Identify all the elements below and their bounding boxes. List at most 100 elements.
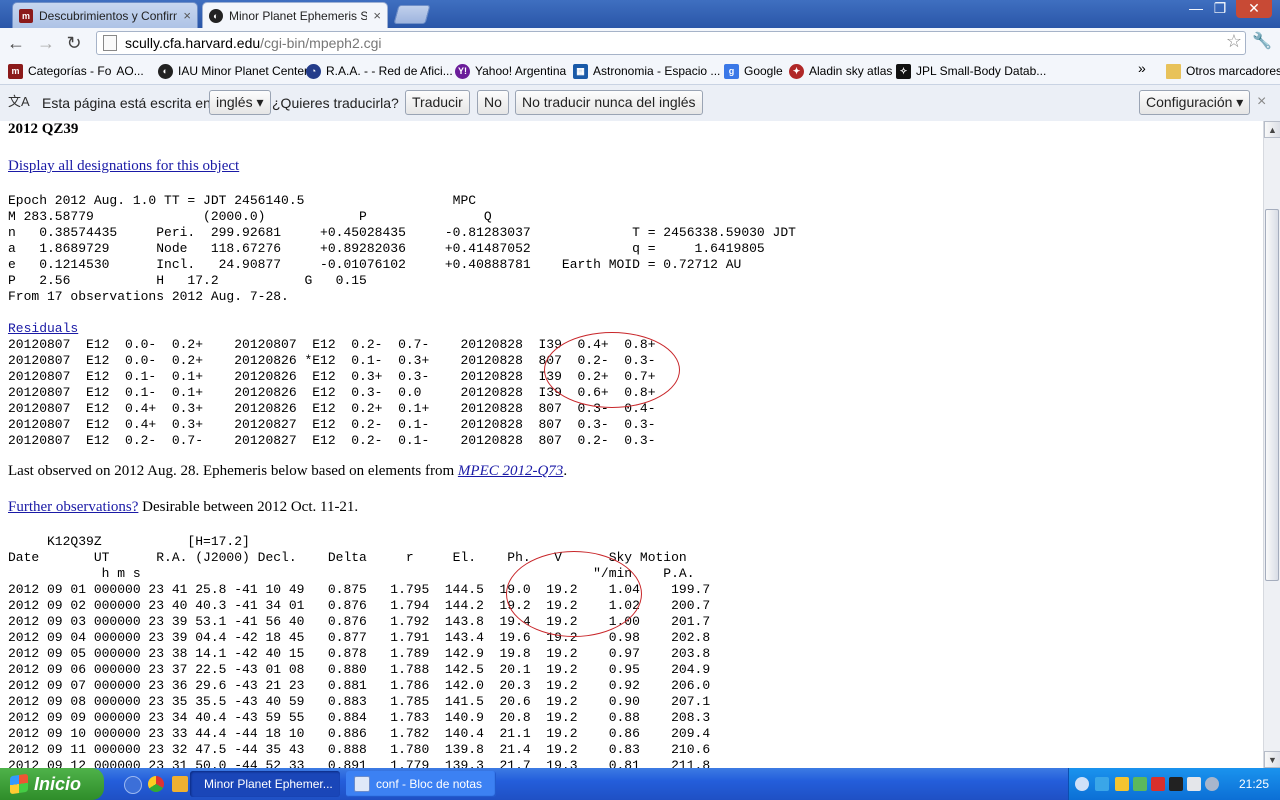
bookmark-astronomia[interactable]: ▦ Astronomia - Espacio ... [573, 62, 720, 80]
scroll-thumb[interactable] [1265, 209, 1279, 581]
bookmark-label: JPL Small-Body Datab... [916, 64, 1047, 78]
volume-icon[interactable] [1187, 777, 1201, 791]
translate-prompt-text: Esta página está escrita en [42, 95, 211, 111]
start-button[interactable]: Inicio [0, 768, 104, 800]
display-designations-link[interactable]: Display all designations for this object [8, 158, 239, 174]
annotation-ellipse-residuals [544, 332, 680, 408]
wrench-menu-icon[interactable]: 🔧 [1252, 31, 1272, 51]
tab-descubrimientos[interactable]: m Descubrimientos y Confirmaci × [12, 2, 198, 28]
aladin-icon: ✦ [789, 63, 804, 79]
maximize-button[interactable]: ❐ [1210, 0, 1230, 18]
reload-button[interactable]: ↻ [62, 31, 86, 55]
minimize-button[interactable]: — [1186, 0, 1206, 18]
translate-button[interactable]: Traducir [405, 90, 470, 115]
mpec-link[interactable]: MPEC 2012-Q73 [458, 463, 563, 479]
tab-strip: m Descubrimientos y Confirmaci × ◐ Minor… [0, 0, 1280, 28]
antivirus-icon[interactable] [1133, 777, 1147, 791]
windows-taskbar: Inicio Minor Planet Ephemer... conf - Bl… [0, 768, 1280, 800]
last-observed-line: Last observed on 2012 Aug. 28. Ephemeris… [8, 463, 567, 480]
more-bookmarks-chevron-icon[interactable]: » [1138, 60, 1146, 76]
designations-link-line: Display all designations for this object [8, 158, 239, 175]
translate-icon: 文A [8, 94, 30, 109]
clock: 21:25 [1238, 777, 1269, 791]
display-icon[interactable] [1205, 777, 1219, 791]
bookmark-categorias[interactable]: m Categorías - Fo AO... [8, 62, 144, 80]
windows-logo-icon [10, 773, 28, 795]
translate-question-text: ¿Quieres traducirla? [272, 95, 399, 111]
never-translate-button[interactable]: No traducir nunca del inglés [515, 90, 703, 115]
bookmark-label: Yahoo! Argentina [475, 64, 567, 78]
bookmark-iau-mpc[interactable]: ◐ IAU Minor Planet Center [158, 62, 308, 80]
yahoo-icon: Y! [455, 63, 470, 79]
acrobat-icon[interactable] [1151, 777, 1165, 791]
bookmark-google[interactable]: g Google [724, 62, 783, 80]
tab-minor-planet-ephemeris[interactable]: ◐ Minor Planet Ephemeris Servic × [202, 2, 388, 28]
bookmark-label: Categorías - Fo [28, 64, 112, 78]
folder-quicklaunch-icon[interactable] [172, 776, 188, 792]
globe-icon: ◔ [306, 63, 321, 79]
close-tab-icon[interactable]: × [373, 8, 381, 23]
page-content: 2012 QZ39 Display all designations for t… [0, 121, 1263, 768]
app-tray-icon[interactable] [1169, 777, 1183, 791]
bookmark-jpl[interactable]: ✧ JPL Small-Body Datab... [896, 62, 1046, 80]
chrome-quicklaunch-icon[interactable] [148, 776, 164, 792]
bookmark-aladin[interactable]: ✦ Aladin sky atlas [789, 62, 892, 80]
planet-icon: ◐ [158, 63, 173, 79]
forward-button[interactable]: → [34, 31, 58, 55]
dropdown-arrow-icon: ▾ [1236, 94, 1244, 110]
settings-label: Configuración [1146, 94, 1233, 110]
network-icon[interactable] [1095, 777, 1109, 791]
tray-arrow-icon[interactable] [1075, 777, 1089, 791]
new-tab-button[interactable] [393, 5, 431, 24]
scroll-up-icon[interactable]: ▲ [1264, 121, 1280, 138]
google-icon: g [724, 63, 739, 79]
taskbar-item-notepad[interactable]: conf - Bloc de notas [346, 771, 496, 797]
dropdown-arrow-icon: ▾ [256, 94, 264, 110]
bookmark-label: Google [744, 64, 783, 78]
address-bar[interactable]: scully.cfa.harvard.edu/cgi-bin/mpeph2.cg… [96, 31, 1246, 55]
further-observations-link[interactable]: Further observations? [8, 499, 138, 515]
close-tab-icon[interactable]: × [183, 8, 191, 23]
task-label: Minor Planet Ephemer... [204, 777, 333, 791]
back-button[interactable]: ← [4, 31, 28, 55]
jpl-icon: ✧ [896, 63, 911, 79]
no-translate-button[interactable]: No [477, 90, 509, 115]
residuals-link[interactable]: Residuals [8, 321, 78, 336]
bookmark-label: Astronomia - Espacio ... [593, 64, 721, 78]
last-observed-text: Last observed on 2012 Aug. 28. Ephemeris… [8, 463, 458, 479]
security-shield-icon[interactable] [1115, 777, 1129, 791]
bookmark-yahoo[interactable]: Y! Yahoo! Argentina [455, 62, 566, 80]
object-designation-title: 2012 QZ39 [8, 121, 79, 137]
url-path: /cgi-bin/mpeph2.cgi [260, 35, 382, 51]
orbital-elements-block: Epoch 2012 Aug. 1.0 TT = JDT 2456140.5 M… [8, 193, 796, 304]
other-bookmarks-folder[interactable]: Otros marcadores [1166, 62, 1280, 80]
vertical-scrollbar[interactable]: ▲ ▼ [1263, 121, 1280, 768]
system-tray: 21:25 [1068, 768, 1280, 800]
start-label: Inicio [34, 773, 82, 794]
bookmarks-bar: m Categorías - Fo AO... ◐ IAU Minor Plane… [0, 58, 1280, 85]
bookmark-label: Aladin sky atlas [809, 64, 893, 78]
annotation-ellipse-ephemeris [506, 551, 642, 637]
tab-title: Minor Planet Ephemeris Servic [229, 8, 367, 23]
m-icon: m [8, 63, 23, 79]
taskbar-item-chrome[interactable]: Minor Planet Ephemer... [190, 771, 340, 797]
notepad-icon [354, 776, 370, 792]
residuals-heading: Residuals [8, 321, 78, 337]
tab-title: Descubrimientos y Confirmaci [39, 8, 177, 23]
bookmark-raa[interactable]: ◔ R.A.A. - - Red de Afici... [306, 62, 453, 80]
bookmark-star-icon[interactable]: ☆ [1226, 31, 1242, 52]
browser-toolbar: ← → ↻ scully.cfa.harvard.edu/cgi-bin/mpe… [0, 28, 1280, 58]
further-observations-line: Further observations? Desirable between … [8, 499, 358, 516]
task-label: conf - Bloc de notas [376, 777, 483, 791]
translate-settings-button[interactable]: Configuración ▾ [1139, 90, 1251, 115]
bookmark-label: R.A.A. - - Red de Afici... [326, 64, 453, 78]
scroll-down-icon[interactable]: ▼ [1264, 751, 1280, 768]
close-infobar-icon[interactable]: × [1257, 93, 1266, 111]
close-window-button[interactable]: ✕ [1236, 0, 1272, 18]
language-select[interactable]: inglés ▾ [209, 90, 271, 115]
translate-infobar: 文A Esta página está escrita en inglés ▾ … [0, 85, 1280, 122]
bookmark-label: IAU Minor Planet Center [178, 64, 309, 78]
desirable-text: Desirable between 2012 Oct. 11-21. [138, 499, 359, 515]
page-icon [103, 35, 117, 51]
ie-quicklaunch-icon[interactable] [124, 776, 142, 794]
